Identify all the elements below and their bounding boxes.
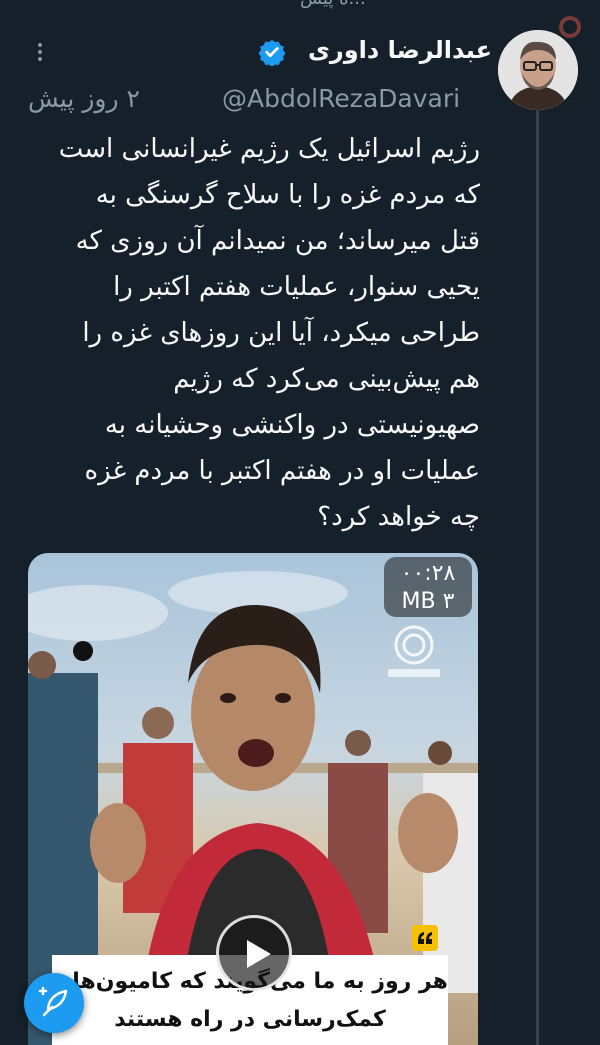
play-button[interactable] [216, 915, 292, 991]
verified-badge-icon [258, 39, 286, 66]
avatar-portrait-icon [498, 30, 578, 110]
video-caption-line-2: کمک‌رسانی در راه هستند [114, 1007, 386, 1032]
author-name[interactable]: عبدالرضا داوری [308, 36, 492, 64]
more-vertical-icon[interactable] [30, 40, 50, 64]
circle-outline-icon [559, 16, 581, 38]
tweet-timestamp[interactable]: ۲ روز پیش [28, 84, 140, 113]
compose-button[interactable] [24, 973, 84, 1033]
quote-icon [412, 925, 438, 951]
avatar[interactable] [498, 30, 578, 110]
previous-tweet-text: ...ه پیش [300, 0, 366, 9]
tweet-text: رژیم اسرائیل یک رژیم غیرانسانی است که مر… [58, 134, 480, 532]
compose-feather-icon [38, 986, 68, 1017]
author-handle[interactable]: @AbdolRezaDavari [222, 84, 460, 113]
channel-watermark-icon [388, 625, 440, 677]
previous-tweet-strip: ...ه پیش [0, 0, 600, 14]
play-icon [247, 940, 271, 968]
video-duration: ۰۰:۲۸ [400, 561, 456, 586]
tweet-video[interactable]: ۰۰:۲۸ ۳ MB هر روز به ما می‌گویند که کامی… [28, 553, 478, 1045]
video-size: ۳ MB [401, 589, 455, 614]
video-info-badge: ۰۰:۲۸ ۳ MB [384, 557, 472, 617]
thread-line [536, 108, 539, 1045]
